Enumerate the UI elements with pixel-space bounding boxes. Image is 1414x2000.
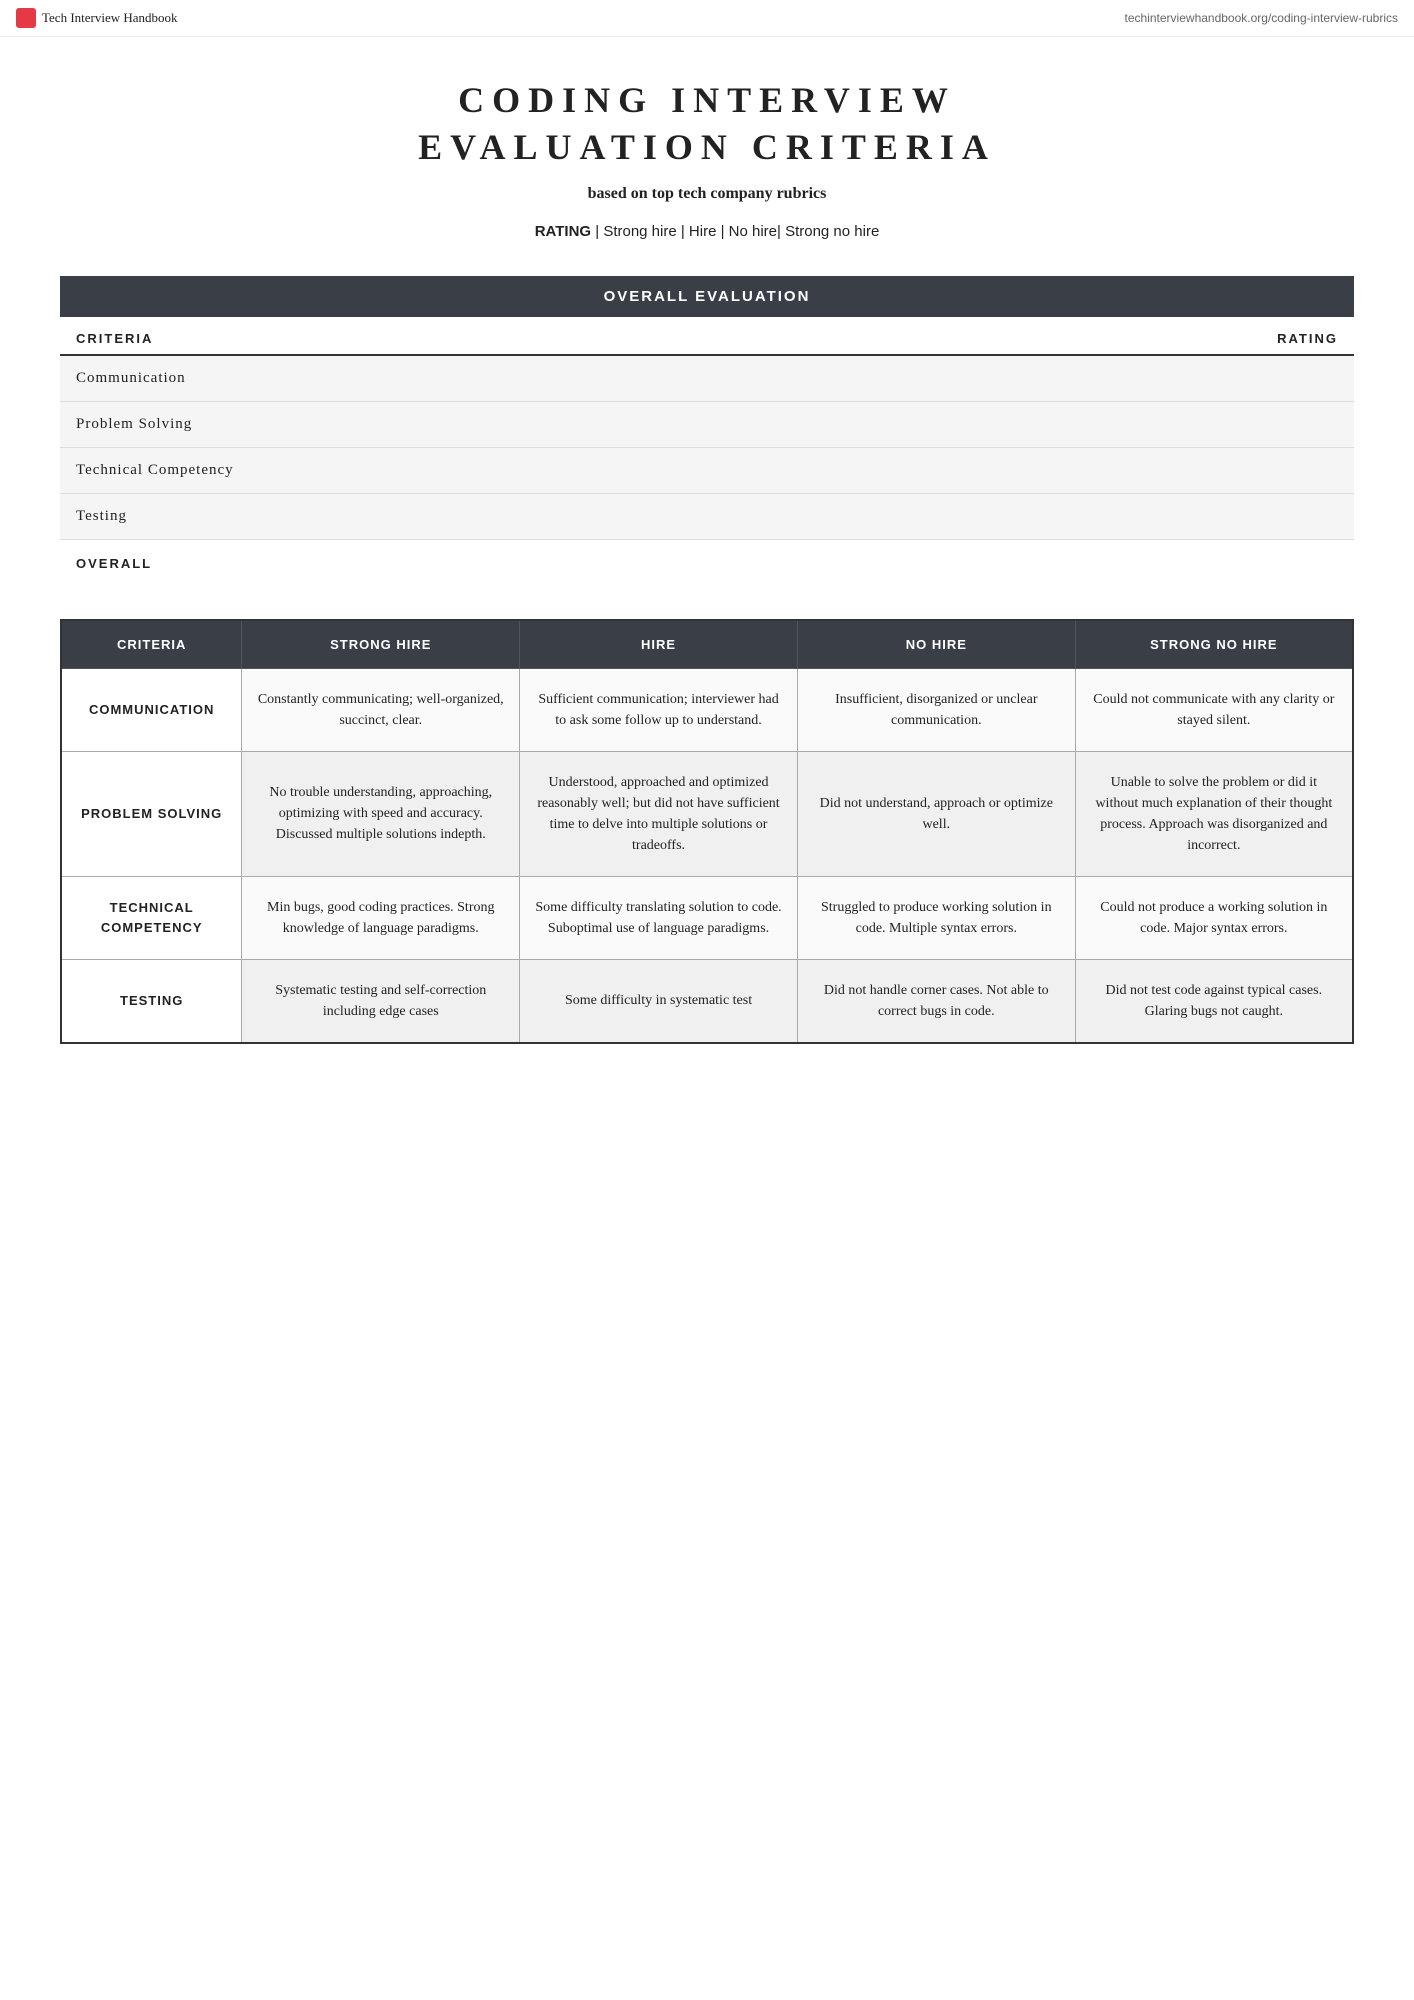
rubric-comm-strong-no-hire: Could not communicate with any clarity o…: [1075, 668, 1353, 751]
overall-eval-header: OVERALL EVALUATION: [60, 276, 1354, 317]
rubric-row-testing: TESTING Systematic testing and self-corr…: [61, 959, 1353, 1043]
top-bar: Tech Interview Handbook techinterviewhan…: [0, 0, 1414, 37]
brand: Tech Interview Handbook: [16, 8, 178, 28]
eval-criteria-testing: Testing: [60, 493, 707, 539]
eval-criteria-problem-solving: Problem Solving: [60, 401, 707, 447]
rubric-ps-strong-no-hire: Unable to solve the problem or did it wi…: [1075, 751, 1353, 876]
eval-col-criteria: CRITERIA: [60, 317, 707, 355]
rubric-tc-strong-hire: Min bugs, good coding practices. Strong …: [242, 876, 520, 959]
rubric-th-criteria: CRITERIA: [61, 620, 242, 669]
rubric-row-technical: TECHNICAL COMPETENCY Min bugs, good codi…: [61, 876, 1353, 959]
rubric-th-strong-hire: STRONG HIRE: [242, 620, 520, 669]
eval-col-headers: CRITERIA RATING: [60, 317, 1354, 355]
brand-icon: [16, 8, 36, 28]
rubric-comm-hire: Sufficient communication; interviewer ha…: [520, 668, 798, 751]
rubric-test-no-hire: Did not handle corner cases. Not able to…: [797, 959, 1075, 1043]
rubric-test-strong-hire: Systematic testing and self-correction i…: [242, 959, 520, 1043]
eval-col-rating: RATING: [707, 317, 1354, 355]
eval-row-technical: Technical Competency: [60, 447, 1354, 493]
rating-line: RATING | Strong hire | Hire | No hire| S…: [60, 223, 1354, 240]
rubric-comm-no-hire: Insufficient, disorganized or unclear co…: [797, 668, 1075, 751]
rubric-tc-strong-no-hire: Could not produce a working solution in …: [1075, 876, 1353, 959]
rubric-criteria-testing: TESTING: [61, 959, 242, 1043]
eval-criteria-communication: Communication: [60, 355, 707, 402]
eval-row-communication: Communication: [60, 355, 1354, 402]
brand-name: Tech Interview Handbook: [42, 10, 178, 26]
rubric-ps-strong-hire: No trouble understanding, approaching, o…: [242, 751, 520, 876]
rubric-ps-hire: Understood, approached and optimized rea…: [520, 751, 798, 876]
rubric-criteria-communication: COMMUNICATION: [61, 668, 242, 751]
rubric-th-no-hire: NO HIRE: [797, 620, 1075, 669]
rubric-th-strong-no-hire: STRONG NO HIRE: [1075, 620, 1353, 669]
rubric-tc-hire: Some difficulty translating solution to …: [520, 876, 798, 959]
rubric-criteria-problem-solving: PROBLEM SOLVING: [61, 751, 242, 876]
rubric-row-communication: COMMUNICATION Constantly communicating; …: [61, 668, 1353, 751]
rubric-tc-no-hire: Struggled to produce working solution in…: [797, 876, 1075, 959]
eval-row-problem-solving: Problem Solving: [60, 401, 1354, 447]
page-title: CODING INTERVIEW EVALUATION CRITERIA: [60, 77, 1354, 171]
rubric-ps-no-hire: Did not understand, approach or optimize…: [797, 751, 1075, 876]
eval-overall-label: OVERALL: [60, 539, 707, 579]
rubric-test-strong-no-hire: Did not test code against typical cases.…: [1075, 959, 1353, 1043]
rubric-header-row: CRITERIA STRONG HIRE HIRE NO HIRE STRONG…: [61, 620, 1353, 669]
rubric-test-hire: Some difficulty in systematic test: [520, 959, 798, 1043]
eval-criteria-technical: Technical Competency: [60, 447, 707, 493]
rubric-comm-strong-hire: Constantly communicating; well-organized…: [242, 668, 520, 751]
rating-options: | Strong hire | Hire | No hire| Strong n…: [595, 223, 879, 240]
page-content: CODING INTERVIEW EVALUATION CRITERIA bas…: [0, 37, 1414, 1104]
rubric-th-hire: HIRE: [520, 620, 798, 669]
rubric-criteria-technical: TECHNICAL COMPETENCY: [61, 876, 242, 959]
page-url: techinterviewhandbook.org/coding-intervi…: [1125, 11, 1398, 25]
eval-row-testing: Testing: [60, 493, 1354, 539]
eval-overall-row: OVERALL: [60, 539, 1354, 579]
overall-eval-table: CRITERIA RATING Communication Problem So…: [60, 317, 1354, 579]
rubric-table: CRITERIA STRONG HIRE HIRE NO HIRE STRONG…: [60, 619, 1354, 1044]
subtitle: based on top tech company rubrics: [60, 185, 1354, 203]
rating-label: RATING: [535, 223, 591, 240]
rubric-row-problem-solving: PROBLEM SOLVING No trouble understanding…: [61, 751, 1353, 876]
